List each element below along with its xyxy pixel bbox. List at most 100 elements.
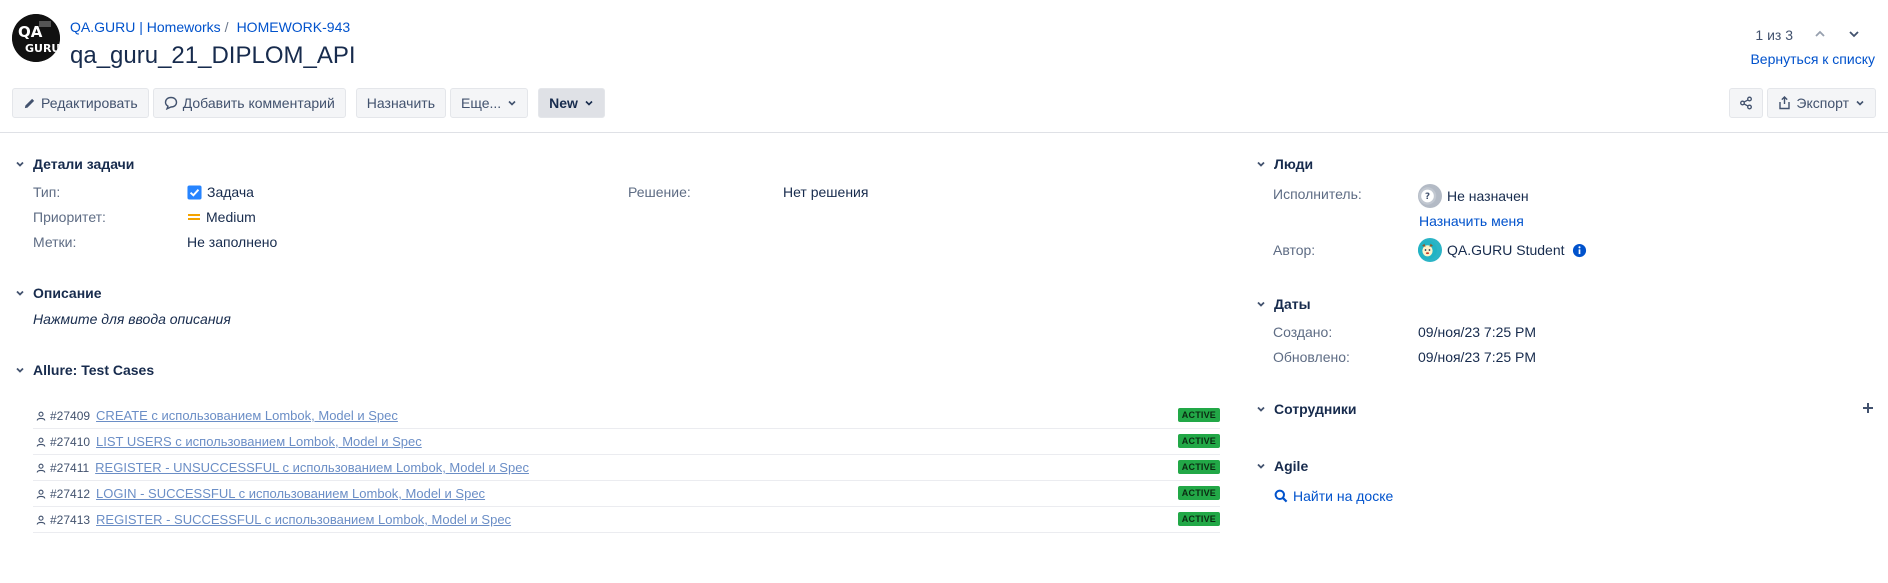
author-name[interactable]: QA.GURU Student xyxy=(1447,242,1565,258)
created-label: Создано: xyxy=(1273,324,1333,340)
test-case-row: #27410 LIST USERS с использованием Lombo… xyxy=(33,429,1220,455)
chevron-up-icon[interactable] xyxy=(1812,26,1828,42)
chevron-down-icon xyxy=(1254,297,1268,311)
priority-medium-icon xyxy=(188,214,200,220)
pencil-icon xyxy=(24,98,35,108)
author-label: Автор: xyxy=(1273,242,1316,258)
status-dropdown[interactable]: New xyxy=(538,88,605,118)
allure-heading: Allure: Test Cases xyxy=(33,362,155,378)
test-case-link[interactable]: REGISTER - SUCCESSFUL с использованием L… xyxy=(96,512,511,527)
test-case-row: #27409 CREATE с использованием Lombok, M… xyxy=(33,403,1220,429)
description-section-toggle[interactable]: Описание xyxy=(13,285,102,301)
resolution-label: Решение: xyxy=(628,184,691,200)
find-on-board-link[interactable]: Найти на доске xyxy=(1274,488,1393,504)
status-badge: ACTIVE xyxy=(1177,460,1220,474)
test-case-id: #27411 xyxy=(50,460,90,475)
chevron-down-icon xyxy=(1254,157,1268,171)
breadcrumb-issue-key[interactable]: HOMEWORK-943 xyxy=(237,19,351,35)
status-badge: ACTIVE xyxy=(1177,512,1220,526)
staff-section-toggle[interactable]: Сотрудники xyxy=(1254,401,1357,417)
breadcrumb-project[interactable]: QA.GURU | Homeworks xyxy=(70,19,221,35)
test-case-row: #27412 LOGIN - SUCCESSFUL с использовани… xyxy=(33,481,1220,507)
test-case-id: #27413 xyxy=(50,512,91,527)
agile-heading: Agile xyxy=(1274,458,1309,474)
more-dropdown-label: Еще... xyxy=(461,95,502,111)
add-comment-button-label: Добавить комментарий xyxy=(182,95,335,111)
updated-value: 09/ноя/23 7:25 PM xyxy=(1418,349,1537,365)
edit-button-label: Редактировать xyxy=(41,95,138,111)
chevron-down-icon xyxy=(1254,402,1268,416)
user-icon xyxy=(36,463,46,473)
export-icon xyxy=(1779,96,1791,110)
labels-label: Метки: xyxy=(33,234,77,250)
test-case-link[interactable]: LOGIN - SUCCESSFUL с использованием Lomb… xyxy=(96,486,485,501)
assign-button[interactable]: Назначить xyxy=(355,88,446,118)
type-value: Задача xyxy=(187,184,254,200)
description-placeholder[interactable]: Нажмите для ввода описания xyxy=(33,311,231,327)
allure-section-toggle[interactable]: Allure: Test Cases xyxy=(13,362,154,378)
breadcrumb: QA.GURU | Homeworks / HOMEWORK-943 xyxy=(70,19,350,35)
edit-button[interactable]: Редактировать xyxy=(12,88,149,118)
comment-icon xyxy=(164,96,177,110)
test-case-row: #27413 REGISTER - SUCCESSFUL с использов… xyxy=(33,507,1220,533)
chevron-down-icon xyxy=(1254,459,1268,473)
chevron-down-icon xyxy=(585,100,593,106)
user-icon xyxy=(36,437,46,447)
svg-text:?: ? xyxy=(1425,192,1430,202)
staff-heading: Сотрудники xyxy=(1274,401,1357,417)
breadcrumb-separator: / xyxy=(224,19,229,35)
chevron-down-icon xyxy=(13,286,27,300)
assignee-value: ? Не назначен xyxy=(1418,184,1529,208)
chevron-down-icon[interactable] xyxy=(1846,26,1862,42)
labels-value[interactable]: Не заполнено xyxy=(187,234,277,250)
details-section-toggle[interactable]: Детали задачи xyxy=(13,156,134,172)
more-dropdown[interactable]: Еще... xyxy=(450,88,529,118)
test-case-id: #27412 xyxy=(50,486,91,501)
author-value: QA.GURU Student xyxy=(1418,238,1592,262)
user-icon xyxy=(36,489,46,499)
status-badge: ACTIVE xyxy=(1177,486,1220,500)
unassigned-avatar-icon: ? xyxy=(1418,184,1442,208)
resolution-value: Нет решения xyxy=(783,184,869,200)
status-badge: ACTIVE xyxy=(1177,434,1220,448)
status-badge: ACTIVE xyxy=(1177,408,1220,422)
dates-section-toggle[interactable]: Даты xyxy=(1254,296,1311,312)
svg-text:GURU: GURU xyxy=(25,42,60,55)
user-icon xyxy=(36,515,46,525)
assign-to-me-link[interactable]: Назначить меня xyxy=(1419,213,1524,229)
agile-section-toggle[interactable]: Agile xyxy=(1254,458,1308,474)
type-label: Тип: xyxy=(33,184,61,200)
people-heading: Люди xyxy=(1274,156,1314,172)
find-on-board-label: Найти на доске xyxy=(1293,488,1394,504)
info-icon[interactable] xyxy=(1572,243,1587,258)
toolbar-right: Экспорт xyxy=(1729,88,1876,118)
created-value: 09/ноя/23 7:25 PM xyxy=(1418,324,1537,340)
updated-label: Обновлено: xyxy=(1273,349,1350,365)
share-icon xyxy=(1740,96,1753,110)
chevron-down-icon xyxy=(13,157,27,171)
page-title[interactable]: qa_guru_21_DIPLOM_API xyxy=(70,42,356,70)
add-comment-button[interactable]: Добавить комментарий xyxy=(152,88,346,118)
test-case-row: #27411 REGISTER - UNSUCCESSFUL с использ… xyxy=(33,455,1220,481)
priority-value-text: Medium xyxy=(206,209,256,225)
project-logo[interactable]: QA GURU xyxy=(12,14,60,62)
status-dropdown-label: New xyxy=(549,95,578,111)
author-avatar[interactable] xyxy=(1418,238,1442,262)
share-button[interactable] xyxy=(1729,88,1764,118)
test-case-link[interactable]: LIST USERS с использованием Lombok, Mode… xyxy=(96,434,422,449)
test-case-link[interactable]: CREATE с использованием Lombok, Model и … xyxy=(96,408,398,423)
test-case-id: #27410 xyxy=(50,434,91,449)
assign-button-label: Назначить xyxy=(366,95,435,111)
back-to-list-link[interactable]: Вернуться к списку xyxy=(1750,51,1875,67)
add-icon[interactable] xyxy=(1862,401,1874,417)
assignee-value-text: Не назначен xyxy=(1447,188,1529,204)
details-heading: Детали задачи xyxy=(33,156,135,172)
type-value-text: Задача xyxy=(207,184,254,200)
people-section-toggle[interactable]: Люди xyxy=(1254,156,1313,172)
assignee-label: Исполнитель: xyxy=(1273,186,1362,202)
export-dropdown[interactable]: Экспорт xyxy=(1767,88,1876,118)
test-case-link[interactable]: REGISTER - UNSUCCESSFUL с использованием… xyxy=(95,460,529,475)
user-icon xyxy=(36,411,46,421)
chevron-down-icon xyxy=(13,363,27,377)
description-heading: Описание xyxy=(33,285,102,301)
